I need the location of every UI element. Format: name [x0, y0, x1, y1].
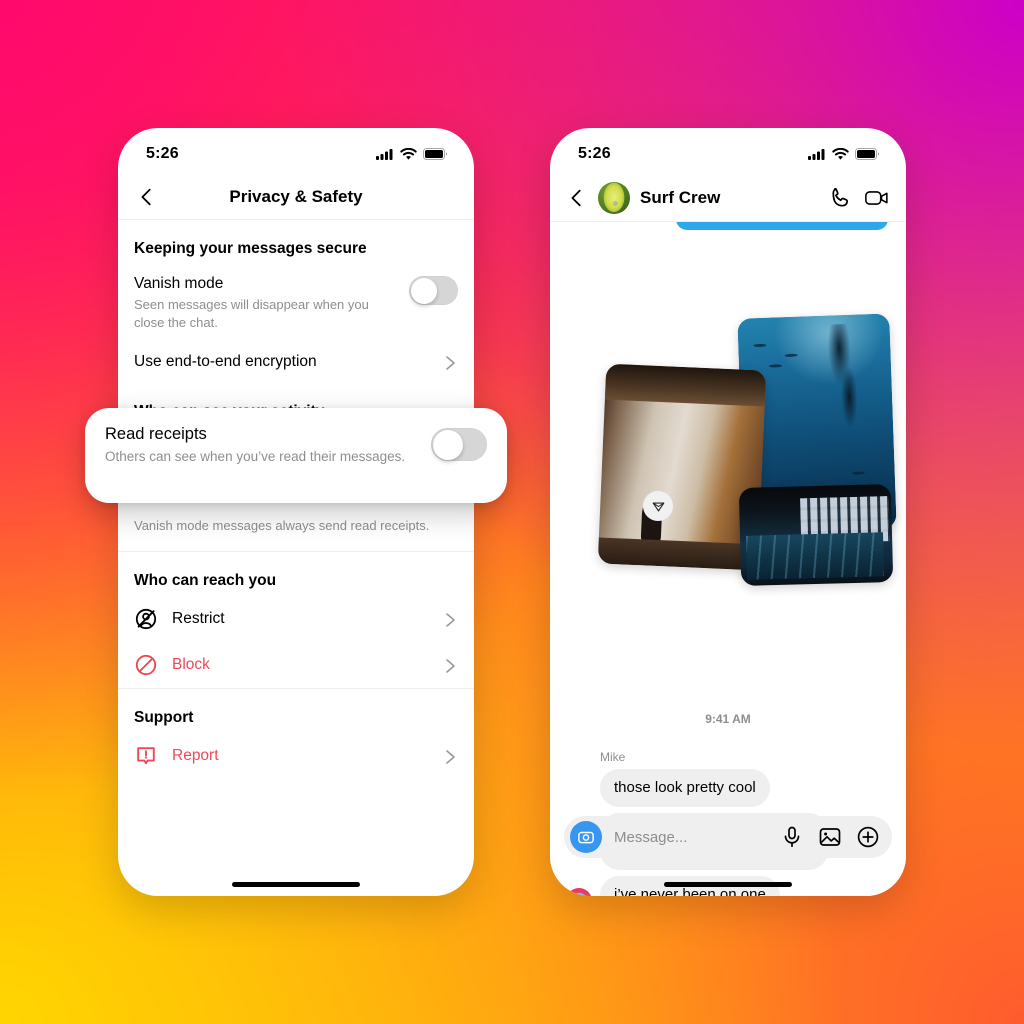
report-label: Report	[172, 747, 219, 765]
read-receipts-label: Read receipts	[105, 425, 207, 443]
chevron-right-icon	[446, 355, 455, 370]
photo-collage	[550, 222, 906, 622]
camera-icon	[578, 831, 594, 844]
microphone-icon[interactable]	[780, 825, 804, 849]
ceiling-valance	[604, 363, 767, 407]
read-receipts-toggle[interactable]	[431, 428, 487, 461]
battery-icon	[855, 148, 880, 160]
home-indicator	[664, 882, 792, 887]
section-header-support: Support	[134, 709, 194, 727]
wifi-icon	[832, 147, 849, 160]
block-label: Block	[172, 656, 210, 674]
sender-name: Mike	[600, 750, 626, 764]
read-receipts-description: Others can see when you’ve read their me…	[105, 449, 406, 465]
message-input[interactable]: Message...	[602, 829, 766, 846]
chat-message-area: 9:41 AM Mike those look pretty cool what…	[550, 222, 906, 896]
avatar[interactable]	[566, 888, 592, 896]
floor	[597, 537, 759, 571]
message-input-bar: Message...	[564, 816, 892, 858]
nav-bar-left: Privacy & Safety	[118, 174, 474, 220]
cellular-signal-icon	[376, 149, 393, 160]
plus-circle-icon[interactable]	[856, 825, 880, 849]
phone-right-chat: 5:26 Surf Crew 9:41 AM Mike those look p…	[550, 128, 906, 896]
page-title: Privacy & Safety	[229, 186, 363, 206]
toggle-knob	[410, 277, 437, 304]
message-bubble[interactable]: those look pretty cool	[600, 769, 770, 807]
indoor-pool-photo[interactable]	[738, 484, 894, 586]
group-avatar[interactable]	[598, 181, 630, 214]
restrict-label: Restrict	[172, 610, 225, 628]
restrict-icon	[135, 609, 157, 630]
read-receipts-highlight-card[interactable]: Read receipts Others can see when you’ve…	[85, 408, 507, 503]
share-button[interactable]	[643, 491, 673, 521]
pool-water	[746, 532, 884, 580]
battery-icon	[423, 148, 448, 160]
home-indicator	[232, 882, 360, 887]
wifi-icon	[400, 147, 417, 160]
chevron-right-icon	[446, 613, 455, 627]
chevron-right-icon	[446, 659, 455, 673]
photo-gallery-icon[interactable]	[818, 825, 842, 849]
vanish-mode-note: Vanish mode messages always send read re…	[134, 517, 430, 533]
nav-bar-chat: Surf Crew	[550, 174, 906, 222]
status-time: 5:26	[146, 145, 179, 162]
encryption-label: Use end-to-end encryption	[134, 352, 317, 370]
menu-item-restrict[interactable]: Restrict	[118, 596, 474, 642]
report-icon	[137, 747, 155, 765]
vanish-mode-label: Vanish mode	[134, 275, 224, 292]
row-vanish-mode[interactable]: Vanish mode Seen messages will disappear…	[118, 264, 474, 342]
message-timestamp: 9:41 AM	[705, 712, 751, 726]
share-paper-plane-icon	[652, 502, 664, 511]
message-row: those look pretty cool	[566, 769, 890, 807]
status-bar-right: 5:26	[550, 128, 906, 174]
vanish-mode-toggle[interactable]	[409, 276, 458, 305]
video-camera-icon[interactable]	[864, 185, 890, 211]
section-header-secure: Keeping your messages secure	[134, 240, 367, 257]
camera-button[interactable]	[570, 821, 602, 853]
diver-silhouette	[816, 322, 873, 437]
vanish-mode-description: Seen messages will disappear when you cl…	[134, 296, 369, 330]
block-icon	[135, 655, 157, 676]
menu-item-report[interactable]: Report	[118, 733, 474, 779]
cellular-signal-icon	[808, 149, 825, 160]
chat-title: Surf Crew	[640, 187, 721, 207]
status-time: 5:26	[578, 145, 611, 162]
section-header-reach-you: Who can reach you	[134, 572, 277, 590]
toggle-knob	[432, 429, 463, 460]
menu-item-block[interactable]: Block	[118, 642, 474, 688]
phone-left-privacy-settings: 5:26 Privacy & Safety Keeping your messa…	[118, 128, 474, 896]
phone-call-icon[interactable]	[828, 185, 854, 211]
chevron-left-icon[interactable]	[566, 187, 588, 209]
chevron-right-icon	[446, 750, 455, 764]
status-bar-left: 5:26	[118, 128, 474, 174]
chevron-left-icon[interactable]	[136, 186, 158, 208]
row-end-to-end-encryption[interactable]: Use end-to-end encryption	[118, 342, 474, 383]
